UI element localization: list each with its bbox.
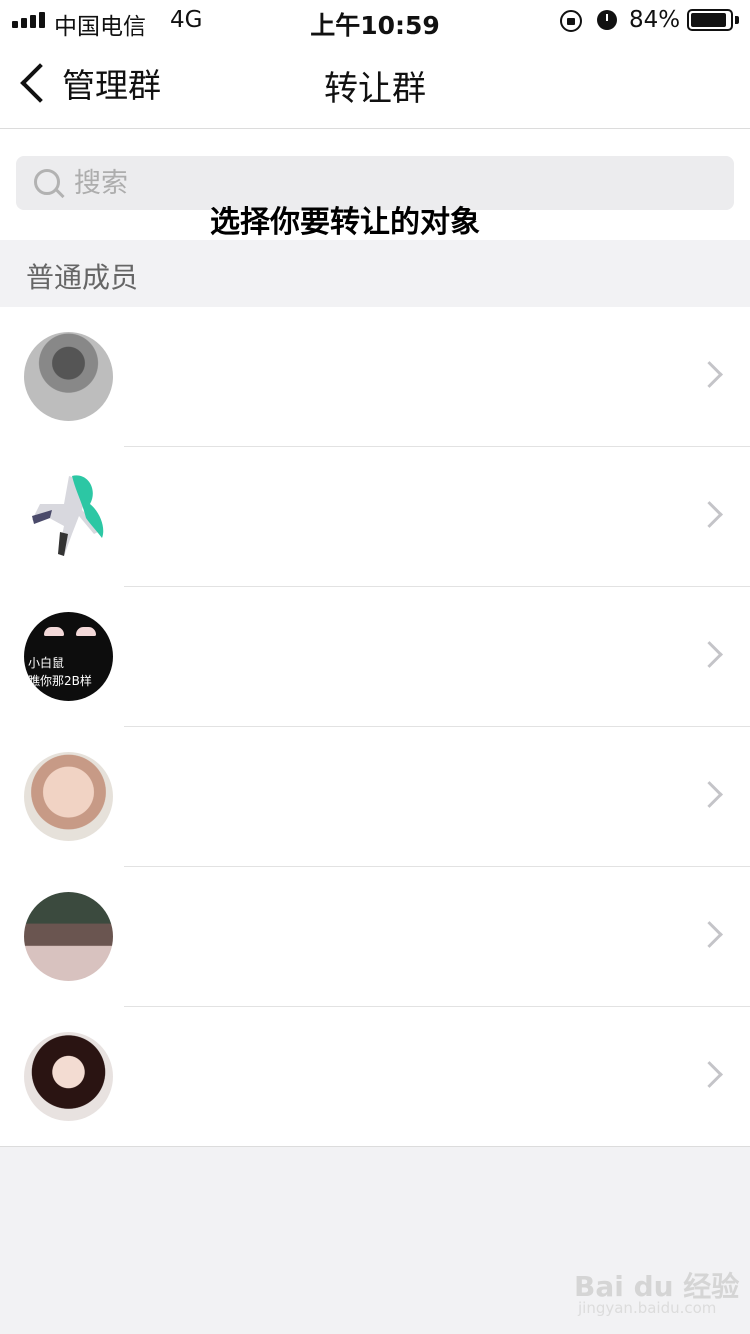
avatar [24, 472, 113, 561]
avatar [24, 332, 113, 421]
chevron-right-icon [696, 781, 723, 808]
section-header: 普通成员 [0, 240, 750, 307]
chevron-right-icon [696, 501, 723, 528]
avatar-eye [44, 627, 64, 636]
avatar: 小白鼠 瞧你那2B样 [24, 612, 113, 701]
member-row[interactable] [0, 447, 750, 587]
avatar [24, 892, 113, 981]
avatar-text-line: 瞧你那2B样 [28, 674, 92, 688]
avatar-eye [76, 627, 96, 636]
member-row[interactable] [0, 307, 750, 447]
alarm-icon [597, 10, 617, 30]
instruction-caption: 选择你要转让的对象 [210, 205, 480, 240]
avatar-text-line: 小白鼠 [28, 656, 65, 670]
member-row[interactable]: 小白鼠 瞧你那2B样 [0, 587, 750, 727]
chevron-right-icon [696, 1061, 723, 1088]
status-bar: 中国电信 4G 上午10:59 84% [0, 0, 750, 40]
member-row[interactable] [0, 727, 750, 867]
member-list: 小白鼠 瞧你那2B样 [0, 307, 750, 1147]
battery-icon [687, 9, 733, 31]
search-icon [34, 169, 60, 195]
avatar [24, 1032, 113, 1121]
page-title: 转让群 [324, 69, 426, 109]
battery-percentage: 84% [629, 7, 681, 33]
chevron-right-icon [696, 641, 723, 668]
member-row[interactable] [0, 867, 750, 1007]
member-row[interactable] [0, 1007, 750, 1147]
avatar [24, 752, 113, 841]
avatar-anime-figure [32, 475, 104, 556]
orientation-lock-icon [560, 10, 582, 32]
battery-tip [735, 16, 739, 24]
watermark-url: jingyan.baidu.com [578, 1299, 717, 1317]
chevron-right-icon [696, 921, 723, 948]
navigation-bar: 管理群 转让群 [0, 40, 750, 129]
section-title: 普通成员 [26, 261, 139, 294]
chevron-right-icon [696, 361, 723, 388]
